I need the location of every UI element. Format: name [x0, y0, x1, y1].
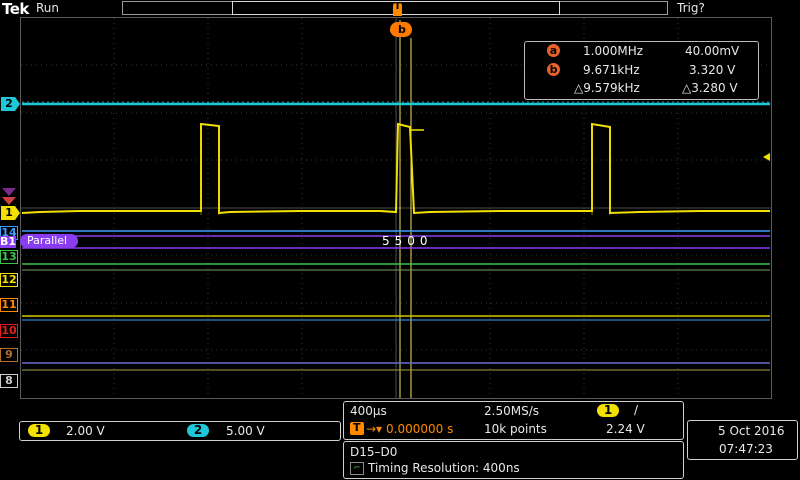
delta-volt: △3.280 V [682, 81, 738, 95]
record-length[interactable]: 10k points [484, 422, 547, 436]
ch1-label[interactable]: 1 [1, 207, 17, 219]
cursor-readout[interactable]: a 1.000MHz 40.00mV b 9.671kHz 3.320 V △9… [524, 41, 759, 100]
cursor-b-badge-label: b [398, 23, 406, 36]
bus-decoded-value: 5500 [382, 234, 433, 248]
ch2-label[interactable]: 2 [1, 98, 17, 110]
timebase[interactable]: 400µs [350, 404, 387, 418]
trigger-slope-icon: / [634, 403, 639, 417]
cursor-a-freq: 1.000MHz [583, 44, 644, 58]
cursor-b-readout-badge: b [547, 63, 560, 76]
bus-b1-label[interactable]: B1 [0, 236, 16, 248]
delta-freq: △9.579kHz [574, 81, 640, 95]
d13-label[interactable]: 13 [0, 250, 18, 264]
ch1-scale[interactable]: 2.00 V [66, 424, 105, 438]
d10-label[interactable]: 10 [0, 324, 18, 338]
trigger-position-letter: T [394, 1, 401, 12]
arrow-down-icon: →▾ [366, 422, 383, 436]
d9-label[interactable]: 9 [0, 348, 18, 362]
cursor-b-freq: 9.671kHz [583, 63, 640, 77]
digital-group: D15–D0 [350, 445, 398, 459]
cursor-b-volt: 3.320 V [689, 63, 736, 77]
timing-icon: ⌐ [350, 462, 364, 475]
timing-resolution: Timing Resolution: 400ns [368, 461, 520, 475]
trigger-level[interactable]: 2.24 V [606, 422, 645, 436]
datetime-panel[interactable]: 5 Oct 2016 07:47:23 [687, 420, 798, 460]
trigger-position[interactable]: 0.000000 s [386, 422, 453, 436]
sample-rate: 2.50MS/s [484, 404, 539, 418]
digital-panel[interactable]: D15–D0 ⌐ Timing Resolution: 400ns [343, 441, 684, 479]
d11-label[interactable]: 11 [0, 298, 18, 312]
cursor-a-volt: 40.00mV [685, 44, 740, 58]
ch2-scale-badge[interactable]: 2 [187, 424, 209, 437]
time: 07:47:23 [719, 442, 773, 456]
date: 5 Oct 2016 [718, 424, 785, 438]
ch1-scale-badge[interactable]: 1 [28, 424, 50, 437]
trigger-position-icon-letter: T [353, 421, 361, 434]
trigger-source-badge[interactable]: 1 [597, 404, 619, 417]
horizontal-panel[interactable]: 400µs 2.50MS/s 1 / T →▾ 0.000000 s 10k p… [343, 401, 684, 440]
vertical-scale-panel[interactable]: 1 2.00 V 2 5.00 V [19, 421, 341, 441]
ch2-scale[interactable]: 5.00 V [226, 424, 265, 438]
d12-label[interactable]: 12 [0, 273, 18, 287]
d8-label[interactable]: 8 [0, 374, 18, 388]
bus-name: Parallel [27, 234, 68, 247]
cursor-a-badge: a [547, 44, 560, 57]
